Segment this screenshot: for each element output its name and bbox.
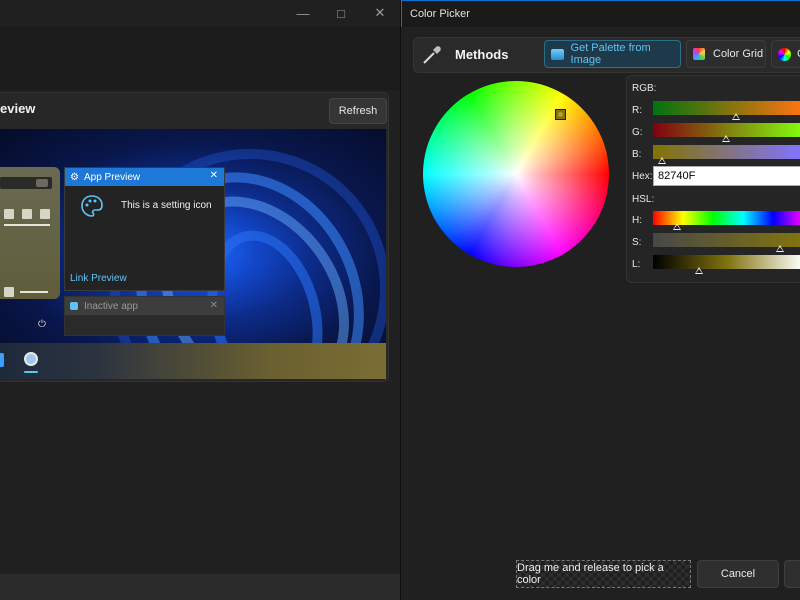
color-wheel[interactable] [423,81,609,267]
refresh-button[interactable]: Refresh [329,98,387,124]
bottom-bar [0,574,400,600]
setting-icon-text: This is a setting icon [121,200,212,211]
b-slider[interactable] [653,145,800,164]
r-slider-thumb[interactable] [732,113,740,120]
rgb-label: RGB: [632,83,657,94]
g-label: G: [632,127,643,138]
h-slider-thumb[interactable] [673,223,681,230]
color-grid-icon [693,48,705,60]
hex-label: Hex: [632,171,653,182]
color-values-panel: RGB: R: G: B: Hex: HSL: H: S: L: [626,75,800,283]
methods-label: Methods [455,47,509,62]
header-area [0,27,400,90]
color-grid-label: Color Grid [713,48,764,60]
minimize-icon[interactable]: — [292,4,314,22]
image-icon [551,48,564,60]
color-wheel-method-button[interactable]: C [771,40,800,68]
power-icon: ⏻ [38,319,46,330]
close-icon[interactable]: ✕ [210,170,218,181]
color-wheel-handle[interactable] [555,109,566,120]
inactive-app-title: Inactive app [84,300,138,312]
get-palette-from-image-button[interactable]: Get Palette from Image [544,40,681,68]
l-label: L: [632,259,641,270]
color-grid-button[interactable]: Color Grid [686,40,766,68]
drag-picker-button[interactable]: Drag me and release to pick a color [516,560,691,588]
app-icon [70,302,78,310]
start-menu-preview: ⏻ [0,167,60,330]
h-label: H: [632,215,642,226]
gear-icon: ⚙ [70,171,79,183]
s-label: S: [632,237,642,248]
g-slider[interactable] [653,123,800,142]
inactive-app-window: Inactive app ✕ [64,296,225,336]
taskbar-preview [0,343,386,379]
window-title: Color Picker [410,8,470,20]
r-slider[interactable] [653,101,800,120]
r-label: R: [632,105,642,116]
methods-bar: Methods Get Palette from Image Color Gri… [413,37,800,73]
title-bar: Color Picker [401,0,800,27]
palette-button-label: Get Palette from Image [570,42,651,66]
s-slider-thumb[interactable] [776,245,784,252]
start-search-bar [0,177,52,189]
s-slider[interactable] [653,233,800,252]
g-slider-thumb[interactable] [722,135,730,142]
eyedropper-icon [420,43,444,67]
cancel-button[interactable]: Cancel [697,560,779,588]
h-slider[interactable] [653,211,800,230]
preview-title: eview [0,101,36,116]
color-picker-window: Color Picker Methods Get Palette from Im… [400,0,800,600]
color-wheel-icon [778,47,791,61]
b-label: B: [632,149,642,160]
palette-icon [79,193,105,219]
l-slider[interactable] [653,255,800,274]
b-slider-thumb[interactable] [658,157,666,164]
settings-app-icon [24,352,38,366]
inactive-close-icon[interactable]: ✕ [210,300,218,311]
l-slider-thumb[interactable] [695,267,703,274]
ok-button[interactable] [784,560,800,588]
link-preview[interactable]: Link Preview [70,273,127,284]
close-icon[interactable]: ✕ [369,4,391,22]
hex-input[interactable] [653,166,800,186]
settings-window: — □ ✕ eview Refresh ⏻ ⚙ App Preview ✕ Th… [0,0,400,600]
app-preview-title: App Preview [83,171,141,183]
hsl-label: HSL: [632,194,655,205]
maximize-icon[interactable]: □ [330,4,352,22]
app-preview-window: ⚙ App Preview ✕ This is a setting icon L… [64,167,225,291]
